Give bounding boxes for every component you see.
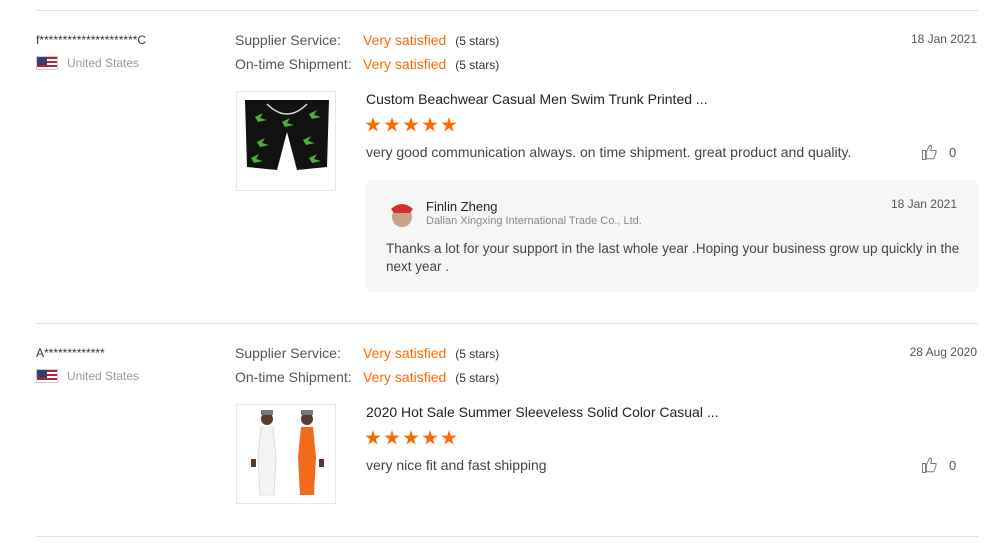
shipment-label: On-time Shipment: [235,369,352,385]
review-date: 18 Jan 2021 [910,32,977,46]
shipment-stars: (5 stars) [455,371,500,385]
reviewer-name: A************* [36,346,105,360]
review-date: 28 Aug 2020 [909,345,977,359]
like-button[interactable]: 0 [921,456,956,474]
shipment-stars: (5 stars) [455,58,500,72]
star-icon [365,430,381,445]
reviewer-name: f*********************C [36,33,147,47]
star-icon [422,430,438,445]
reply-date: 18 Jan 2021 [890,197,957,211]
reply-author-name: Finlin Zheng [426,199,498,214]
product-star-rating [365,430,457,446]
supplier-service-stars: (5 stars) [455,347,500,361]
country-label: United States [67,56,140,70]
supplier-service-label: Supplier Service: [235,32,341,48]
review-item: f*********************C United States Su… [0,0,1001,323]
like-count: 0 [949,457,957,473]
divider-bottom [36,536,978,537]
star-icon [384,430,400,445]
country-label: United States [67,369,140,383]
shipment-value: Very satisfied [363,56,447,72]
product-thumbnail[interactable] [236,91,336,191]
supplier-service-row: Supplier Service: Very satisfied (5 star… [235,32,499,48]
product-thumbnail[interactable] [236,404,336,504]
review-item: A************* United States Supplier Se… [0,313,1001,537]
product-star-rating [365,117,457,133]
us-flag-icon [36,369,58,383]
product-title-link[interactable]: 2020 Hot Sale Summer Sleeveless Solid Co… [366,404,719,420]
shipment-value: Very satisfied [363,369,447,385]
swim-trunk-image [245,100,329,170]
us-flag-icon [36,56,58,70]
star-icon [441,430,457,445]
product-title-link[interactable]: Custom Beachwear Casual Men Swim Trunk P… [366,91,708,107]
review-comment: very nice fit and fast shipping [366,457,547,473]
reviewer-country: United States [36,369,139,383]
shipment-label: On-time Shipment: [235,56,352,72]
reply-text: Thanks a lot for your support in the las… [386,241,960,274]
star-icon [384,117,400,132]
reviewer-country: United States [36,56,139,70]
like-button[interactable]: 0 [921,143,956,161]
supplier-service-value: Very satisfied [363,32,447,48]
dress-image [251,410,324,496]
star-icon [403,430,419,445]
shipment-row: On-time Shipment: Very satisfied (5 star… [235,56,499,72]
like-count: 0 [949,144,957,160]
supplier-reply: Finlin Zheng Dalian Xingxing Internation… [366,180,978,292]
supplier-avatar-icon [391,204,413,227]
star-icon [365,117,381,132]
thumbs-up-icon [922,457,937,473]
review-comment: very good communication always. on time … [366,144,852,160]
star-icon [422,117,438,132]
supplier-service-stars: (5 stars) [455,34,500,48]
reply-company: Dalian Xingxing International Trade Co.,… [426,215,642,227]
star-icon [441,117,457,132]
shipment-row: On-time Shipment: Very satisfied (5 star… [235,369,499,385]
thumbs-up-icon [922,144,937,160]
supplier-service-row: Supplier Service: Very satisfied (5 star… [235,345,499,361]
supplier-service-label: Supplier Service: [235,345,341,361]
supplier-service-value: Very satisfied [363,345,447,361]
star-icon [403,117,419,132]
